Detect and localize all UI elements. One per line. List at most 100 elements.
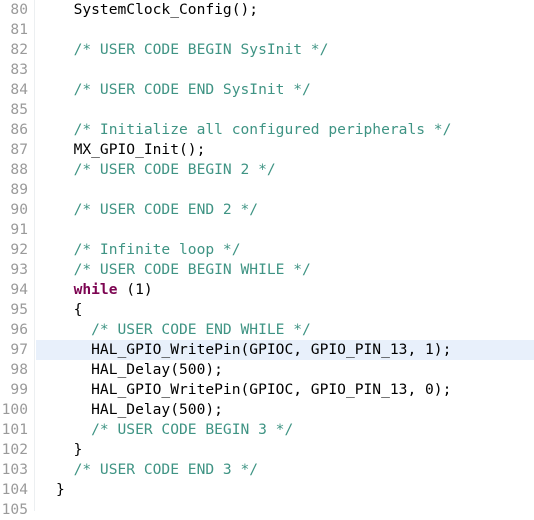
code-line[interactable]: 85	[0, 100, 534, 120]
code-line[interactable]: 91	[0, 220, 534, 240]
line-number: 92	[10, 241, 28, 258]
code-line[interactable]: 97 HAL_GPIO_WritePin(GPIOC, GPIO_PIN_13,…	[0, 340, 534, 360]
code-token-comment: /* USER CODE BEGIN 2 */	[56, 161, 276, 178]
line-number: 91	[10, 221, 28, 238]
line-number: 103	[1, 461, 28, 478]
code-token-plain: {	[56, 301, 83, 318]
code-line[interactable]: 82 /* USER CODE BEGIN SysInit */	[0, 40, 534, 60]
line-number: 99	[10, 381, 28, 398]
code-line-text[interactable]: /* USER CODE BEGIN WHILE */	[36, 260, 534, 280]
code-token-plain: (1)	[117, 281, 153, 298]
code-token-comment: /* USER CODE BEGIN SysInit */	[56, 41, 329, 58]
code-line-text[interactable]	[36, 220, 534, 240]
code-line[interactable]: 96 /* USER CODE END WHILE */	[0, 320, 534, 340]
line-number: 102	[1, 441, 28, 458]
line-number: 81	[10, 21, 28, 38]
code-line-text[interactable]: /* USER CODE BEGIN 3 */	[36, 420, 534, 440]
code-line-text[interactable]: SystemClock_Config();	[36, 0, 534, 20]
code-line[interactable]: 104}	[0, 480, 534, 500]
line-number: 97	[10, 341, 28, 358]
code-line[interactable]: 94 while (1)	[0, 280, 534, 300]
code-line-text[interactable]	[36, 100, 534, 120]
code-line-text[interactable]: HAL_GPIO_WritePin(GPIOC, GPIO_PIN_13, 1)…	[36, 340, 534, 360]
code-token-plain: HAL_Delay(500);	[56, 361, 223, 378]
code-line-text[interactable]: MX_GPIO_Init();	[36, 140, 534, 160]
code-line-text[interactable]: HAL_Delay(500);	[36, 400, 534, 420]
code-editor[interactable]: 80 SystemClock_Config(); 81 82 /* USER COD…	[0, 0, 534, 518]
line-number: 96	[10, 321, 28, 338]
code-line-text[interactable]: /* USER CODE END 2 */	[36, 200, 534, 220]
line-number: 90	[10, 201, 28, 218]
line-number: 93	[10, 261, 28, 278]
line-number: 98	[10, 361, 28, 378]
code-line[interactable]: 101 /* USER CODE BEGIN 3 */	[0, 420, 534, 440]
line-number: 94	[10, 281, 28, 298]
code-line[interactable]: 93 /* USER CODE BEGIN WHILE */	[0, 260, 534, 280]
line-number: 85	[10, 101, 28, 118]
code-token-comment: /* USER CODE END SysInit */	[56, 81, 311, 98]
code-line-text[interactable]: /* USER CODE BEGIN SysInit */	[36, 40, 534, 60]
code-line[interactable]: 83	[0, 60, 534, 80]
code-line[interactable]: 89	[0, 180, 534, 200]
line-number: 87	[10, 141, 28, 158]
code-line-text[interactable]	[36, 20, 534, 40]
code-token-comment: /* USER CODE END 3 */	[56, 461, 259, 478]
code-line[interactable]: 103 /* USER CODE END 3 */	[0, 460, 534, 480]
code-line-text[interactable]	[36, 180, 534, 200]
code-line-text[interactable]: /* USER CODE END WHILE */	[36, 320, 534, 340]
code-line[interactable]: 98 HAL_Delay(500);	[0, 360, 534, 380]
code-token-plain: }	[56, 441, 83, 458]
line-number: 82	[10, 41, 28, 58]
code-token-comment: /* USER CODE BEGIN WHILE */	[56, 261, 311, 278]
code-line-text[interactable]: /* Initialize all configured peripherals…	[36, 120, 534, 140]
code-token-plain: HAL_GPIO_WritePin(GPIOC, GPIO_PIN_13, 1)…	[56, 341, 452, 358]
code-line[interactable]: 100 HAL_Delay(500);	[0, 400, 534, 420]
code-line[interactable]: 99 HAL_GPIO_WritePin(GPIOC, GPIO_PIN_13,…	[0, 380, 534, 400]
code-line[interactable]: 90 /* USER CODE END 2 */	[0, 200, 534, 220]
code-line[interactable]: 92 /* Infinite loop */	[0, 240, 534, 260]
code-token-comment: /* Infinite loop */	[56, 241, 241, 258]
code-lines-container[interactable]: 80 SystemClock_Config(); 81 82 /* USER COD…	[0, 0, 534, 520]
code-line-text[interactable]: /* USER CODE END SysInit */	[36, 80, 534, 100]
line-number: 83	[10, 61, 28, 78]
code-line-text[interactable]: HAL_Delay(500);	[36, 360, 534, 380]
line-number: 105	[1, 501, 28, 518]
code-line-text[interactable]	[36, 60, 534, 80]
code-token-plain: HAL_GPIO_WritePin(GPIOC, GPIO_PIN_13, 0)…	[56, 381, 452, 398]
code-token-comment: /* USER CODE END 2 */	[56, 201, 259, 218]
line-number: 89	[10, 181, 28, 198]
code-line[interactable]: 86 /* Initialize all configured peripher…	[0, 120, 534, 140]
code-line-text[interactable]: /* USER CODE END 3 */	[36, 460, 534, 480]
code-token-comment: /* Initialize all configured peripherals…	[56, 121, 452, 138]
code-line-text[interactable]: }	[36, 440, 534, 460]
code-line[interactable]: 88 /* USER CODE BEGIN 2 */	[0, 160, 534, 180]
line-number: 101	[1, 421, 28, 438]
code-line-text[interactable]: {	[36, 300, 534, 320]
code-line[interactable]: 84 /* USER CODE END SysInit */	[0, 80, 534, 100]
gutter-separator	[34, 0, 35, 511]
code-token-plain: SystemClock_Config();	[56, 1, 259, 18]
code-token-plain: MX_GPIO_Init();	[56, 141, 206, 158]
code-token-plain: HAL_Delay(500);	[56, 401, 223, 418]
code-line[interactable]: 105	[0, 500, 534, 520]
line-number: 104	[1, 481, 28, 498]
line-number: 86	[10, 121, 28, 138]
line-number: 88	[10, 161, 28, 178]
code-line[interactable]: 81	[0, 20, 534, 40]
code-line[interactable]: 95 {	[0, 300, 534, 320]
code-line[interactable]: 80 SystemClock_Config();	[0, 0, 534, 20]
line-number: 95	[10, 301, 28, 318]
code-line-text[interactable]: /* Infinite loop */	[36, 240, 534, 260]
code-line-text[interactable]: }	[36, 480, 534, 500]
code-token-comment: /* USER CODE END WHILE */	[56, 321, 311, 338]
code-token-plain: }	[56, 481, 65, 498]
code-token-comment: /* USER CODE BEGIN 3 */	[56, 421, 294, 438]
code-line-text[interactable]: while (1)	[36, 280, 534, 300]
code-token-keyword: while	[73, 281, 118, 298]
code-line-text[interactable]: HAL_GPIO_WritePin(GPIOC, GPIO_PIN_13, 0)…	[36, 380, 534, 400]
code-line[interactable]: 87 MX_GPIO_Init();	[0, 140, 534, 160]
code-line-text[interactable]: /* USER CODE BEGIN 2 */	[36, 160, 534, 180]
code-line[interactable]: 102 }	[0, 440, 534, 460]
code-line-text[interactable]	[36, 500, 534, 520]
